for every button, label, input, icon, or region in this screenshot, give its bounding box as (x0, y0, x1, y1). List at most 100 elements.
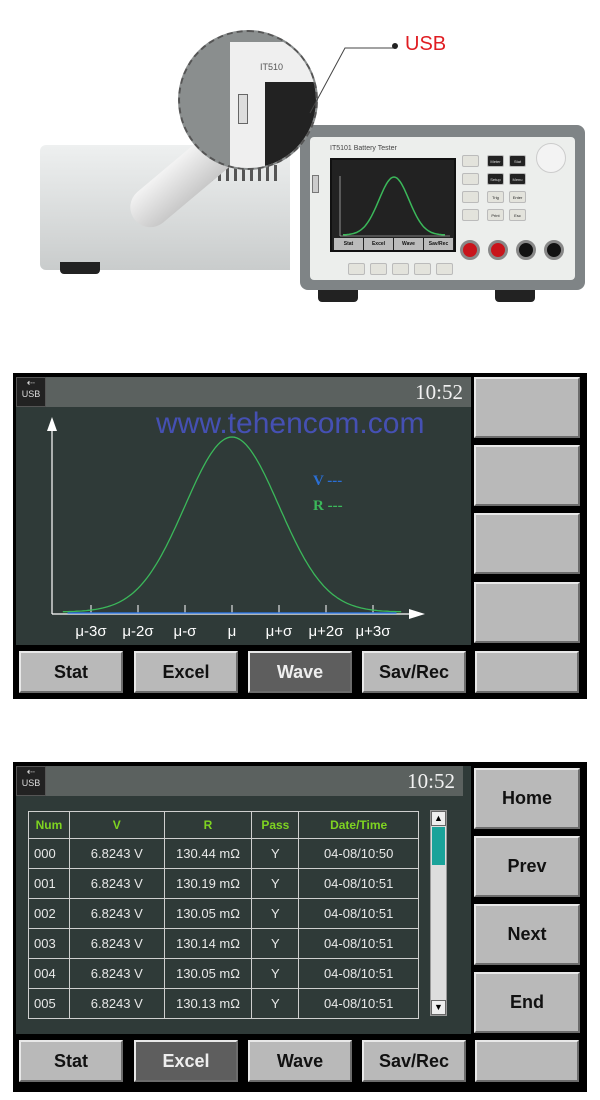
table-row[interactable]: 002 6.8243 V 130.05 mΩ Y 04-08/10:51 (28, 898, 419, 929)
column-header: R (163, 811, 253, 839)
table-row[interactable]: 000 6.8243 V 130.44 mΩ Y 04-08/10:50 (28, 838, 419, 869)
device-softkey (462, 155, 479, 167)
table-cell: 130.13 mΩ (163, 988, 253, 1019)
device-softkey (436, 263, 453, 275)
product-photo: IT5101 Battery Tester Meter Stat Setup Menu… (0, 0, 600, 330)
table-cell: 04-08/10:51 (298, 988, 419, 1019)
table-cell: 04-08/10:50 (298, 838, 419, 869)
table-cell: 003 (28, 928, 70, 959)
sav-rec-tab-button[interactable]: Sav/Rec (362, 651, 466, 693)
table-cell: 004 (28, 958, 70, 989)
table-cell: 6.8243 V (68, 898, 165, 929)
table-cell: 6.8243 V (68, 958, 165, 989)
mini-wave (339, 176, 450, 237)
blank-tab-button[interactable] (475, 651, 579, 693)
blank-3-softkey[interactable] (474, 513, 580, 574)
x-tick-label: μ-2σ (122, 623, 154, 640)
table-row[interactable]: 005 6.8243 V 130.13 mΩ Y 04-08/10:51 (28, 988, 419, 1019)
watermark: www.tehencom.com (156, 407, 425, 440)
device-key: Setup (487, 173, 504, 185)
device-key: Esc (509, 209, 526, 221)
device-softkey (348, 263, 365, 275)
scrollbar[interactable]: ▲ ▼ (430, 810, 447, 1016)
device-softkey (370, 263, 387, 275)
table-cell: 130.05 mΩ (163, 898, 253, 929)
scroll-down-arrow-icon[interactable]: ▼ (431, 1000, 446, 1015)
scroll-thumb[interactable] (432, 827, 445, 865)
wave-screen: ⇠ USB 10:52 μ-3σ μ-2σ μ-σ μ μ+σ μ+2σ μ+3σ www.t… (13, 373, 587, 699)
excel-tab-button[interactable]: Excel (134, 651, 238, 693)
stat-tab-button[interactable]: Stat (19, 1040, 123, 1082)
blank-2-softkey[interactable] (474, 445, 580, 506)
device-key: Trig (487, 191, 504, 203)
usb-callout-label: USB (405, 33, 447, 55)
x-tick-label: μ-σ (174, 623, 198, 640)
device-softkey (392, 263, 409, 275)
table-cell: 000 (28, 838, 70, 869)
table-header: Num V R Pass Date/Time (28, 811, 419, 839)
home-softkey[interactable]: Home (474, 768, 580, 829)
series-r-line (62, 436, 402, 613)
table-row[interactable]: 004 6.8243 V 130.05 mΩ Y 04-08/10:51 (28, 958, 419, 989)
table-row[interactable]: 003 6.8243 V 130.14 mΩ Y 04-08/10:51 (28, 928, 419, 959)
device-softkey (414, 263, 431, 275)
usb-icon: ⇠ USB (16, 766, 46, 796)
x-tick-label: μ (228, 623, 237, 640)
end-softkey[interactable]: End (474, 972, 580, 1033)
wave-tab-button[interactable]: Wave (248, 651, 352, 693)
stat-tab-button[interactable]: Stat (19, 651, 123, 693)
scroll-up-arrow-icon[interactable]: ▲ (431, 811, 446, 826)
blank-1-softkey[interactable] (474, 377, 580, 438)
callout-line (309, 47, 395, 114)
usb-port (238, 94, 248, 124)
table-cell: Y (251, 928, 300, 959)
device-softkey (462, 209, 479, 221)
wave-tab-button[interactable]: Wave (248, 1040, 352, 1082)
table-cell: Y (251, 838, 300, 869)
device-key: Enter (509, 191, 526, 203)
device-key: Meter (487, 155, 504, 167)
table-cell: 130.05 mΩ (163, 958, 253, 989)
red-jack (460, 240, 480, 260)
device-key: Print (487, 209, 504, 221)
title-bar: ⇠ USB 10:52 (16, 377, 471, 407)
usb-port (312, 175, 319, 193)
table-cell: 002 (28, 898, 70, 929)
blank-tab-button[interactable] (475, 1040, 579, 1082)
x-tick-label: μ+2σ (308, 623, 344, 640)
title-bar: ⇠ USB 10:52 (16, 766, 463, 796)
blank-4-softkey[interactable] (474, 582, 580, 643)
device-foot (318, 290, 358, 302)
clock: 10:52 (415, 380, 463, 404)
table-cell: 04-08/10:51 (298, 928, 419, 959)
table-cell: Y (251, 988, 300, 1019)
device-softkey (462, 191, 479, 203)
device-title: IT5101 Battery Tester (330, 145, 397, 152)
table-cell: Y (251, 868, 300, 899)
table-cell: 04-08/10:51 (298, 868, 419, 899)
x-axis-arrow (409, 609, 425, 619)
device-key: Stat (509, 155, 526, 167)
sav-rec-tab-button[interactable]: Sav/Rec (362, 1040, 466, 1082)
records-table: Num V R Pass Date/Time 000 6.8243 V 130.44 mΩ Y 0… (28, 811, 419, 1019)
next-softkey[interactable]: Next (474, 904, 580, 965)
legend-v: V --- (313, 473, 343, 489)
x-tick-label: μ+σ (266, 623, 293, 640)
excel-tab-button[interactable]: Excel (134, 1040, 238, 1082)
mini-softkey: Sav/Rec (424, 238, 453, 250)
table-cell: 6.8243 V (68, 838, 165, 869)
table-cell: 04-08/10:51 (298, 958, 419, 989)
table-cell: 001 (28, 868, 70, 899)
device-screen: Stat Excel Wave Sav/Rec (330, 158, 456, 252)
table-cell: 6.8243 V (68, 988, 165, 1019)
clock: 10:52 (407, 769, 455, 793)
column-header: V (68, 811, 165, 839)
prev-softkey[interactable]: Prev (474, 836, 580, 897)
black-jack (516, 240, 536, 260)
mini-softkey: Wave (394, 238, 423, 250)
table-cell: 005 (28, 988, 70, 1019)
device-key: Menu (509, 173, 526, 185)
table-cell: Y (251, 898, 300, 929)
table-cell: 04-08/10:51 (298, 898, 419, 929)
table-row[interactable]: 001 6.8243 V 130.19 mΩ Y 04-08/10:51 (28, 868, 419, 899)
